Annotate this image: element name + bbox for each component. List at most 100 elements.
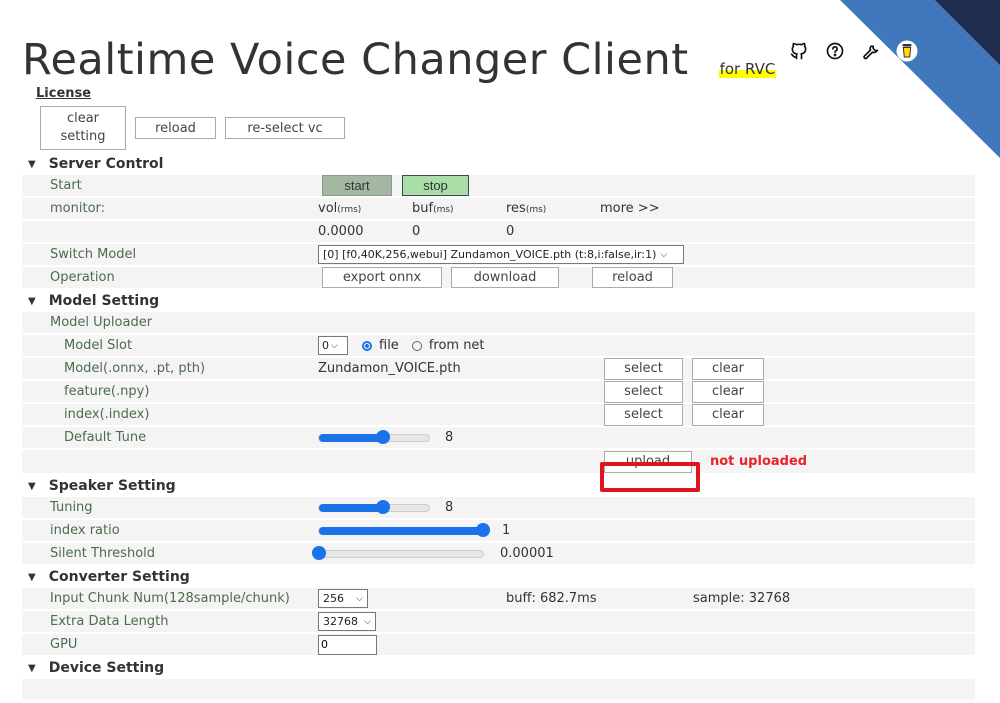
tuning-value: 8 (445, 500, 454, 515)
chevron-down-icon: ⌵ (356, 593, 363, 604)
row-index-file: index(.index) select clear (22, 403, 975, 426)
row-label: Input Chunk Num(128sample/chunk) (50, 591, 290, 606)
clear-setting-button[interactable]: clear setting (40, 106, 126, 150)
model-slot-select[interactable]: 0 ⌵ (318, 336, 348, 355)
row-label: Start (50, 178, 82, 193)
collapse-triangle-icon: ▼ (28, 571, 36, 583)
radio-from-net[interactable] (411, 340, 422, 351)
index-ratio-slider[interactable] (318, 522, 490, 537)
row-upload: upload not uploaded (22, 450, 975, 473)
section-server-control[interactable]: ▼ Server Control (0, 153, 1000, 175)
index-clear-button[interactable]: clear (692, 403, 764, 426)
section-converter-setting[interactable]: ▼ Converter Setting (0, 566, 1000, 588)
switch-model-select[interactable]: [0] [f0,40K,256,webui] Zundamon_VOICE.pt… (318, 245, 684, 264)
section-title: Server Control (48, 156, 164, 172)
upload-button[interactable]: upload (604, 450, 692, 473)
chevron-down-icon: ⌵ (660, 249, 668, 260)
row-model-uploader: Model Uploader (22, 312, 975, 333)
extra-data-length-select[interactable]: 32768 ⌵ (318, 612, 376, 631)
row-extra-data-length: Extra Data Length 32768 ⌵ (22, 611, 975, 632)
row-silent-threshold: Silent Threshold 0.00001 (22, 543, 975, 564)
index-select-button[interactable]: select (604, 403, 683, 426)
sample-readout: sample: 32768 (693, 591, 791, 606)
collapse-triangle-icon: ▼ (28, 295, 36, 307)
row-start: Start start stop (22, 175, 975, 196)
section-title: Converter Setting (48, 569, 190, 585)
reload-button[interactable]: reload (135, 117, 216, 139)
row-monitor-values: 0.0000 0 0 (22, 221, 975, 242)
feature-clear-button[interactable]: clear (692, 380, 764, 403)
row-tuning: Tuning 8 (22, 497, 975, 518)
download-button[interactable]: download (451, 267, 559, 288)
page-subtitle: for RVC (718, 60, 777, 78)
github-icon[interactable] (788, 40, 810, 62)
res-value: 0 (506, 224, 515, 239)
radio-file[interactable] (362, 340, 372, 351)
row-model-file: Model(.onnx, .pt, pth) Zundamon_VOICE.pt… (22, 357, 975, 380)
slider-fill (319, 526, 483, 535)
chevron-down-icon: ⌵ (331, 340, 338, 351)
section-title: Model Setting (48, 293, 160, 309)
row-switch-model: Switch Model [0] [f0,40K,256,webui] Zund… (22, 244, 975, 265)
radio-file-label: file (379, 338, 399, 353)
license-link[interactable]: License (36, 86, 91, 101)
model-file-name: Zundamon_VOICE.pth (318, 361, 461, 376)
coffee-icon[interactable] (896, 40, 918, 62)
upload-status: not uploaded (710, 454, 808, 469)
select-value: 32768 (323, 615, 358, 628)
section-speaker-setting[interactable]: ▼ Speaker Setting (0, 475, 1000, 497)
reselect-vc-button[interactable]: re-select vc (225, 117, 345, 139)
slider-thumb[interactable] (375, 499, 390, 514)
corner-decoration (840, 0, 1000, 160)
row-operation: Operation export onnx download reload (22, 267, 975, 288)
clear-setting-label-1: clear (66, 111, 100, 126)
clear-setting-label-2: setting (60, 129, 106, 144)
slider-fill (319, 433, 383, 442)
row-feature-file: feature(.npy) select clear (22, 380, 975, 403)
section-title: Device Setting (48, 660, 165, 676)
slider-thumb[interactable] (375, 429, 390, 444)
model-clear-button[interactable]: clear (692, 357, 764, 380)
export-onnx-button[interactable]: export onnx (322, 267, 442, 288)
row-index-ratio: index ratio 1 (22, 520, 975, 541)
feature-select-button[interactable]: select (604, 380, 683, 403)
buff-readout: buff: 682.7ms (506, 591, 597, 606)
operation-reload-button[interactable]: reload (592, 267, 673, 288)
gpu-input[interactable] (318, 634, 377, 655)
row-label: index(.index) (64, 407, 150, 422)
slider-fill (319, 503, 383, 512)
default-tune-slider[interactable] (318, 429, 430, 444)
select-value: 256 (323, 592, 344, 605)
top-button-bar: clear setting reload re-select vc (40, 106, 345, 150)
row-label: Operation (50, 270, 115, 285)
stop-button[interactable]: stop (402, 175, 469, 196)
collapse-triangle-icon: ▼ (28, 480, 36, 492)
row-label: index ratio (50, 523, 120, 538)
section-model-setting[interactable]: ▼ Model Setting (0, 290, 1000, 312)
collapse-triangle-icon: ▼ (28, 662, 36, 674)
row-device-partial (22, 679, 975, 700)
row-label: Switch Model (50, 247, 137, 262)
select-value: 0 (322, 339, 329, 352)
slider-thumb[interactable] (312, 545, 326, 560)
silent-threshold-value: 0.00001 (500, 546, 554, 561)
help-icon[interactable] (824, 40, 846, 62)
select-value: [0] [f0,40K,256,webui] Zundamon_VOICE.pt… (323, 248, 657, 261)
input-chunk-select[interactable]: 256 ⌵ (318, 589, 368, 608)
start-button[interactable]: start (322, 175, 392, 196)
wrench-icon[interactable] (860, 40, 882, 62)
row-label: feature(.npy) (64, 384, 150, 399)
tuning-slider[interactable] (318, 499, 430, 514)
more-link[interactable]: more >> (600, 201, 660, 216)
slider-thumb[interactable] (476, 522, 490, 537)
row-label: Silent Threshold (50, 546, 156, 561)
model-select-button[interactable]: select (604, 357, 683, 380)
buf-value: 0 (412, 224, 421, 239)
chevron-down-icon: ⌵ (364, 616, 371, 627)
index-ratio-value: 1 (502, 523, 511, 538)
monitor-buf: buf(ms) (412, 201, 454, 216)
header-icons (788, 40, 918, 62)
silent-threshold-slider[interactable] (312, 545, 484, 560)
monitor-res: res(ms) (506, 201, 547, 216)
section-device-setting[interactable]: ▼ Device Setting (0, 657, 1000, 679)
